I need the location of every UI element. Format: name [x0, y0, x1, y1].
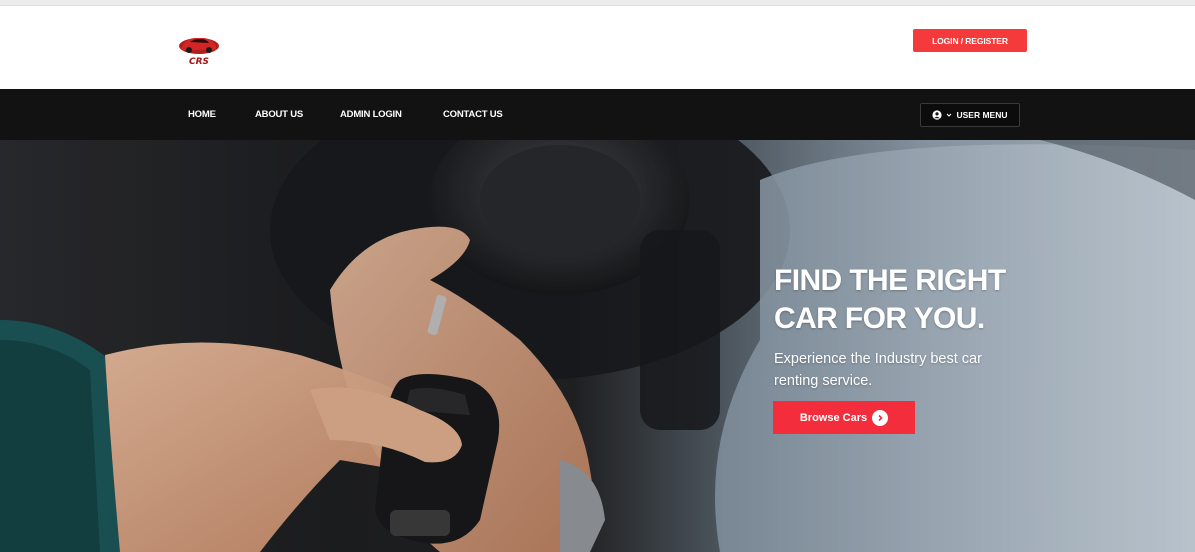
hero-banner: FIND THE RIGHT CAR FOR YOU. Experience t…: [0, 140, 1195, 552]
nav-item-contact-us[interactable]: CONTACT US: [443, 89, 503, 140]
nav-item-about-us[interactable]: ABOUT US: [255, 89, 303, 140]
arrow-right-circle-icon: [872, 409, 889, 426]
user-menu-label: USER MENU: [956, 110, 1008, 120]
hero-title-line1: FIND THE RIGHT: [774, 264, 1006, 297]
site-logo[interactable]: CRS: [176, 33, 222, 67]
main-navbar: HOME ABOUT US ADMIN LOGIN CONTACT US USE…: [0, 89, 1195, 140]
nav-item-home[interactable]: HOME: [188, 89, 216, 140]
user-menu-dropdown[interactable]: USER MENU: [920, 103, 1020, 127]
user-circle-icon: [932, 110, 943, 120]
hero-title: FIND THE RIGHT CAR FOR YOU.: [774, 262, 1074, 338]
hero-subtitle: Experience the Industry best car renting…: [774, 348, 1014, 392]
nav-item-admin-login[interactable]: ADMIN LOGIN: [340, 89, 402, 140]
chevron-down-icon: [947, 113, 952, 117]
login-register-button[interactable]: LOGIN / REGISTER: [913, 29, 1027, 52]
hero-title-line2: CAR FOR YOU.: [774, 302, 985, 335]
hero-background-image: [0, 140, 1195, 552]
svg-text:CRS: CRS: [189, 57, 209, 67]
browse-cars-button[interactable]: Browse Cars: [773, 401, 915, 434]
hero-subtitle-line2: renting service.: [774, 373, 873, 389]
hero-subtitle-line1: Experience the Industry best car: [774, 351, 982, 367]
site-header: CRS LOGIN / REGISTER: [0, 6, 1195, 89]
browse-cars-label: Browse Cars: [799, 411, 868, 424]
red-car-logo-icon: CRS: [179, 38, 219, 67]
